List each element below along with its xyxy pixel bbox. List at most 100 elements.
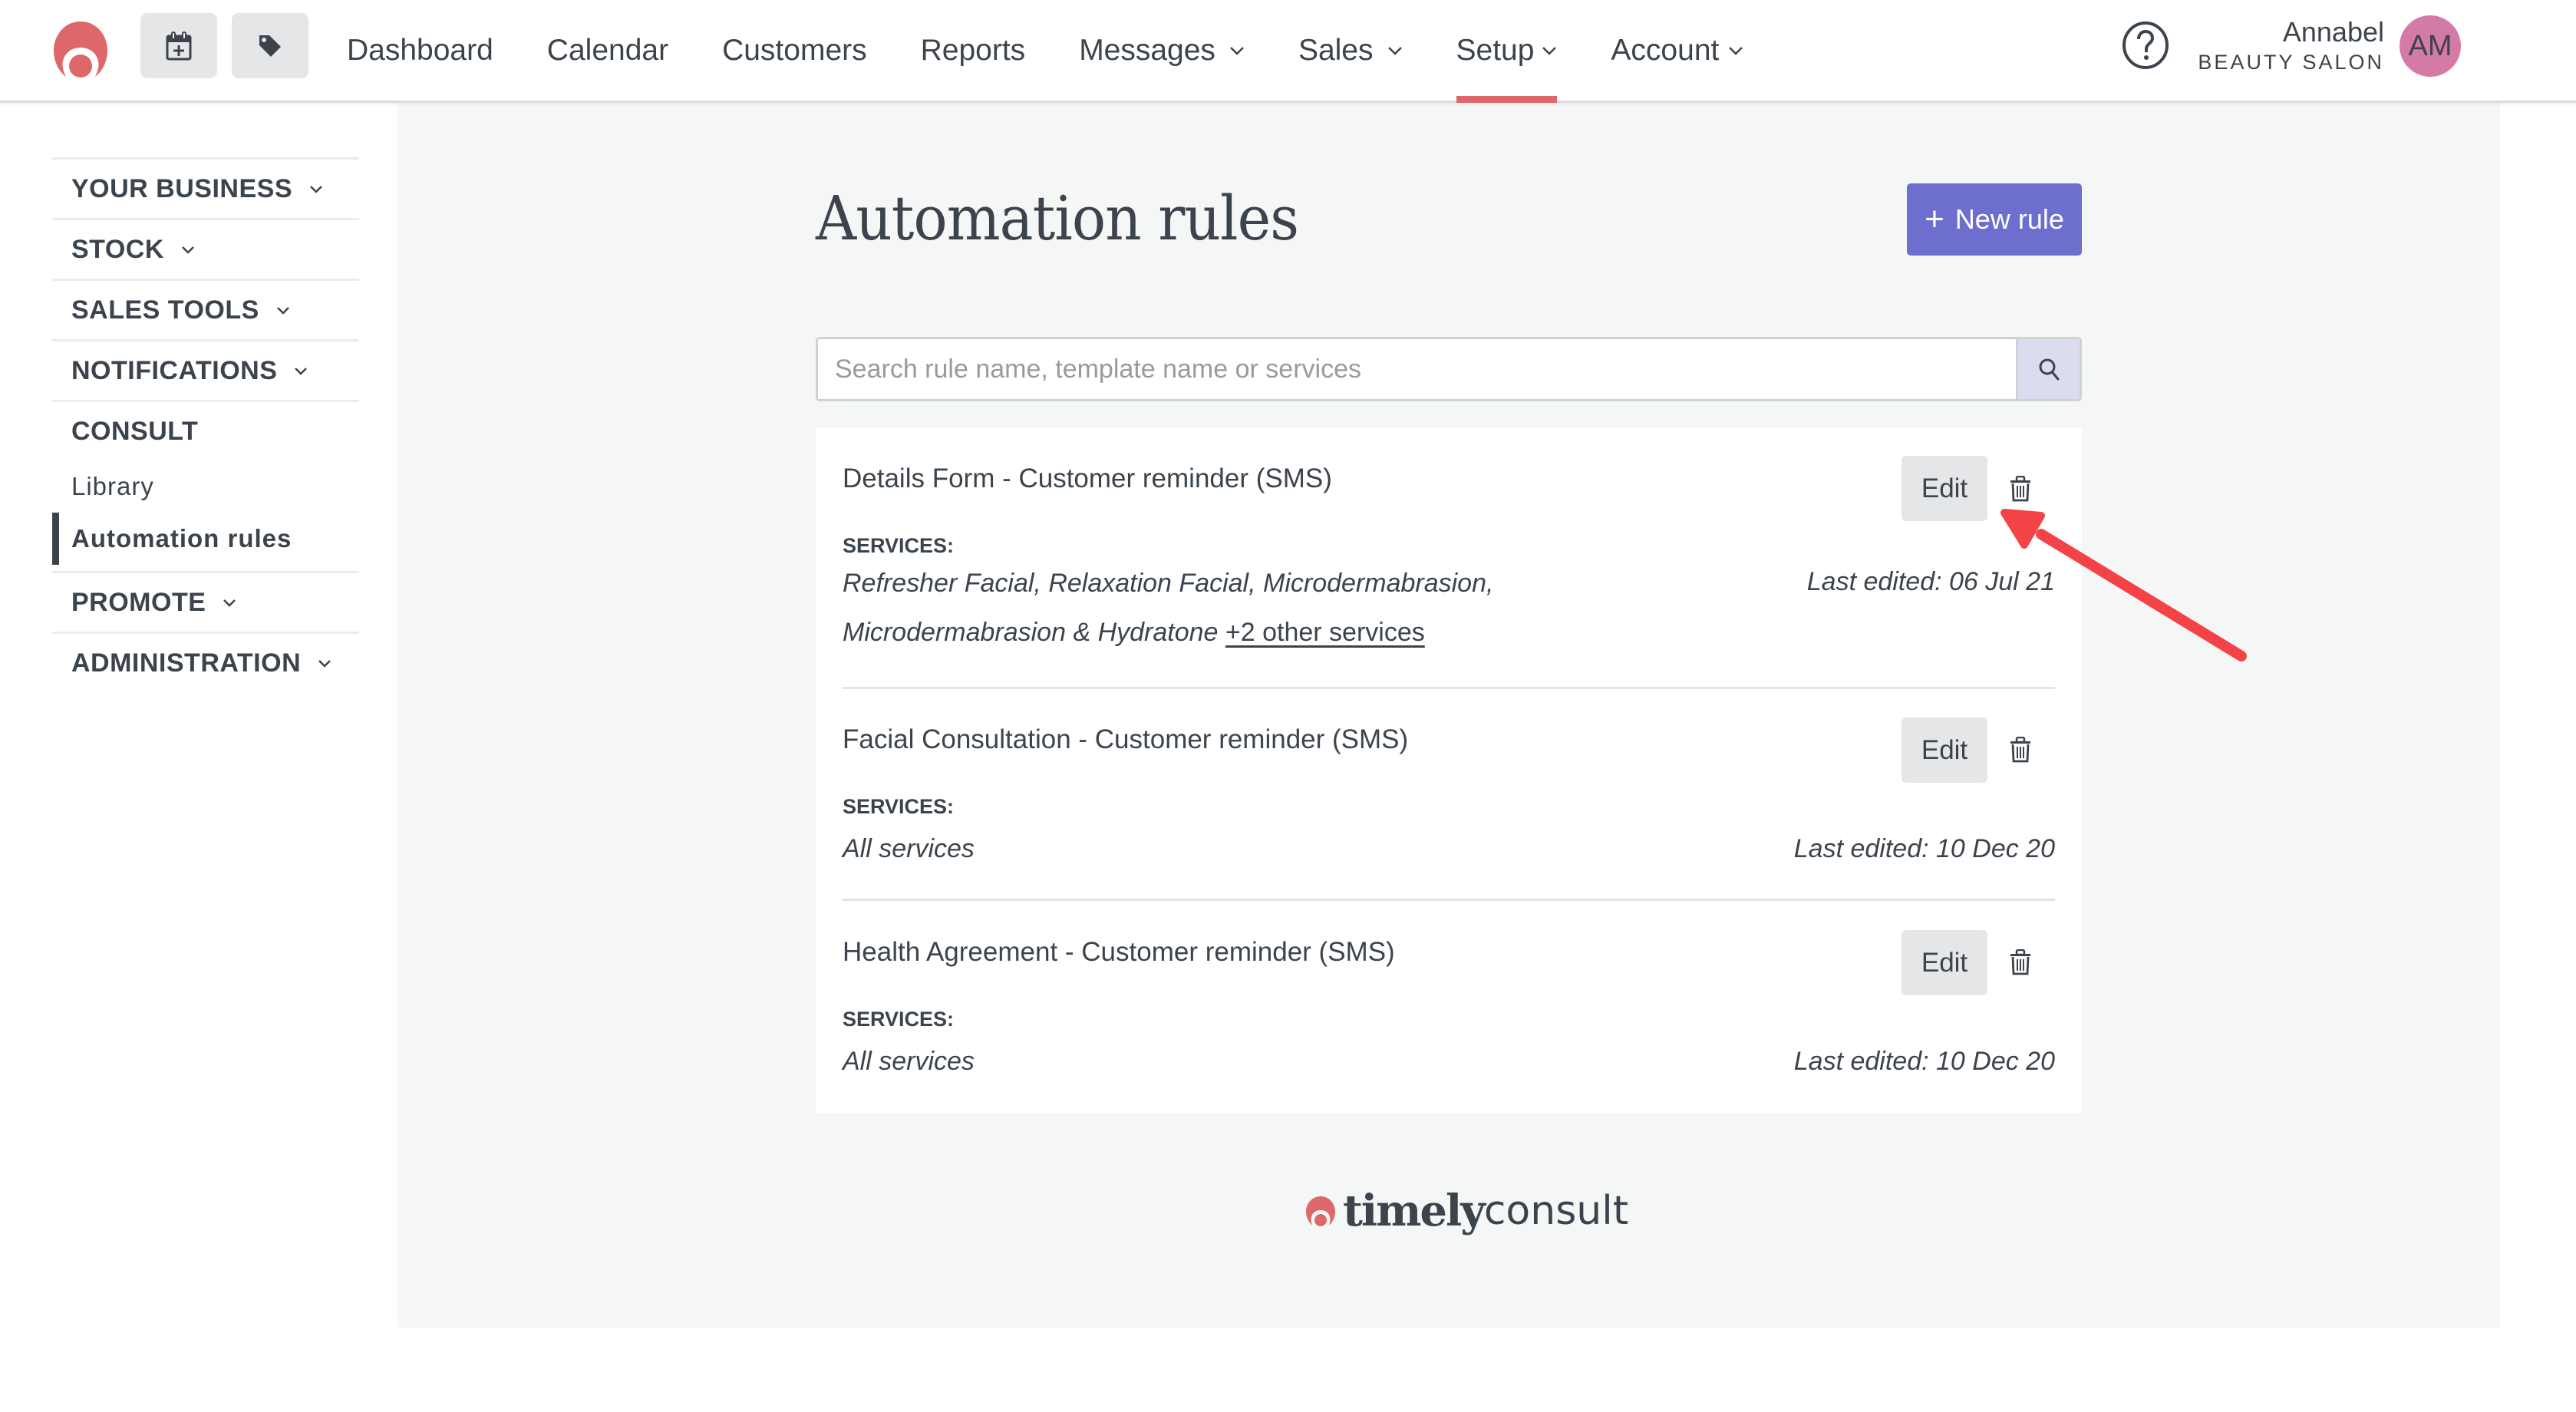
rule-3-edit-button[interactable]: Edit: [1901, 930, 1987, 995]
services-list: All services: [843, 1037, 1717, 1086]
nav-setup[interactable]: Setup: [1456, 0, 1558, 103]
sidebar-item-label: Automation rules: [71, 524, 292, 553]
user-name: Annabel: [2282, 16, 2384, 48]
chevron-down-icon: [223, 599, 236, 607]
sidebar-item-library[interactable]: Library: [52, 460, 359, 513]
nav-messages[interactable]: Messages: [1079, 0, 1245, 101]
last-edited: Last edited: 10 Dec 20: [1793, 834, 2055, 863]
search-button[interactable]: [2016, 339, 2080, 399]
chevron-down-icon: [310, 185, 322, 193]
sidebar-item-label: Library: [71, 472, 154, 500]
avatar-initials: AM: [2408, 29, 2452, 62]
services-text: All services: [843, 1047, 975, 1076]
chevron-down-icon: [182, 246, 194, 254]
tag-icon: [259, 35, 281, 57]
rule-2-delete-button[interactable]: [2005, 731, 2036, 769]
sidebar-section-label: YOUR BUSINESS: [71, 173, 292, 203]
rules-list: Details Form - Customer reminder (SMS) E…: [816, 428, 2082, 1113]
divider: [843, 899, 2055, 901]
timely-logo-icon[interactable]: [51, 18, 110, 78]
chevron-down-icon: [1230, 46, 1244, 55]
nav-label: Calendar: [546, 33, 669, 67]
last-edited: Last edited: 06 Jul 21: [1806, 567, 2055, 596]
sidebar-section-stock[interactable]: STOCK: [52, 218, 359, 279]
sidebar-section-promote[interactable]: PROMOTE: [52, 571, 359, 632]
chevron-down-icon: [1387, 46, 1402, 55]
services-label: SERVICES:: [843, 1008, 955, 1031]
more-services-link[interactable]: +2 other services: [1225, 618, 1425, 647]
chevron-down-icon: [1542, 46, 1557, 55]
rule-1-delete-button[interactable]: [2005, 470, 2036, 508]
sidebar-item-automation-rules[interactable]: Automation rules: [52, 513, 359, 565]
calendar-add-icon: [166, 31, 192, 60]
nav-account[interactable]: Account: [1611, 0, 1743, 101]
sidebar-section-label: SALES TOOLS: [71, 295, 259, 325]
sidebar-section-label: NOTIFICATIONS: [71, 355, 278, 385]
sidebar-section-notifications[interactable]: NOTIFICATIONS: [52, 339, 359, 400]
nav-dashboard[interactable]: Dashboard: [347, 0, 493, 101]
rule-title: Facial Consultation - Customer reminder …: [843, 724, 1409, 754]
help-icon[interactable]: [2121, 21, 2170, 70]
nav-calendar[interactable]: Calendar: [547, 0, 668, 101]
timely-logo-icon: [1306, 1196, 1335, 1226]
nav-sales[interactable]: Sales: [1298, 0, 1403, 101]
logo-consult-text: consult: [1483, 1188, 1629, 1234]
trash-icon: [2010, 737, 2030, 763]
plus-icon: +: [1925, 200, 1944, 238]
rule-title: Health Agreement - Customer reminder (SM…: [843, 937, 1395, 967]
edit-label: Edit: [1921, 473, 1968, 503]
trash-icon: [2010, 949, 2030, 975]
nav-customers[interactable]: Customers: [722, 0, 867, 101]
search-bar: [816, 337, 2082, 401]
logo-timely-text: timely: [1343, 1186, 1486, 1236]
new-sale-button[interactable]: [232, 13, 308, 78]
chevron-down-icon: [276, 306, 289, 315]
business-name: BEAUTY SALON: [2198, 51, 2384, 74]
services-label: SERVICES:: [843, 795, 955, 818]
nav-label: Dashboard: [347, 33, 493, 67]
timely-consult-logo: timely consult: [1304, 1186, 1628, 1236]
nav-label: Reports: [920, 33, 1026, 67]
chevron-down-icon: [318, 659, 331, 668]
page-title: Automation rules: [816, 183, 1299, 254]
sidebar-section-sales-tools[interactable]: SALES TOOLS: [52, 279, 359, 339]
new-appointment-button[interactable]: [140, 13, 217, 78]
rule-item: Facial Consultation - Customer reminder …: [843, 718, 2055, 878]
chevron-down-icon: [295, 367, 308, 375]
rule-title: Details Form - Customer reminder (SMS): [843, 464, 1332, 493]
new-rule-button[interactable]: + New rule: [1907, 183, 2082, 256]
user-info[interactable]: Annabel BEAUTY SALON: [2198, 15, 2384, 75]
rule-1-edit-button[interactable]: Edit: [1901, 456, 1987, 521]
chevron-down-icon: [1729, 46, 1743, 55]
search-input[interactable]: [818, 339, 2016, 399]
services-list: Refresher Facial, Relaxation Facial, Mic…: [843, 559, 1717, 657]
sidebar-section-your-business[interactable]: YOUR BUSINESS: [52, 157, 359, 218]
new-rule-label: New rule: [1954, 203, 2064, 235]
rule-2-edit-button[interactable]: Edit: [1901, 718, 1987, 783]
sidebar-section-consult: CONSULT: [52, 400, 359, 460]
sidebar-section-label: PROMOTE: [71, 587, 206, 617]
last-edited: Last edited: 10 Dec 20: [1793, 1047, 2055, 1076]
nav-label: Account: [1611, 33, 1720, 67]
nav-label: Sales: [1298, 33, 1374, 67]
rule-3-delete-button[interactable]: [2005, 943, 2036, 981]
sidebar-section-administration[interactable]: ADMINISTRATION: [52, 632, 359, 692]
services-label: SERVICES:: [843, 534, 955, 557]
sidebar-section-label: STOCK: [71, 234, 164, 264]
avatar[interactable]: AM: [2400, 15, 2461, 77]
services-list: All services: [843, 824, 1717, 873]
trash-icon: [2010, 476, 2030, 502]
nav-reports[interactable]: Reports: [921, 0, 1026, 101]
settings-sidebar: YOUR BUSINESS STOCK SALES TOOLS NOTIFICA…: [52, 157, 359, 692]
nav-label: Messages: [1079, 33, 1215, 67]
nav-label: Setup: [1456, 33, 1535, 67]
sidebar-section-label: CONSULT: [71, 416, 199, 446]
rule-item: Health Agreement - Customer reminder (SM…: [843, 930, 2055, 1090]
rule-item: Details Form - Customer reminder (SMS) E…: [843, 456, 2055, 678]
edit-label: Edit: [1921, 947, 1968, 978]
sidebar-section-label: ADMINISTRATION: [71, 648, 302, 678]
search-icon: [2039, 358, 2060, 381]
services-text: All services: [843, 834, 975, 863]
main-nav: Dashboard Calendar Customers Reports Mes…: [347, 0, 1797, 103]
top-navigation-bar: Dashboard Calendar Customers Reports Mes…: [0, 0, 2576, 103]
